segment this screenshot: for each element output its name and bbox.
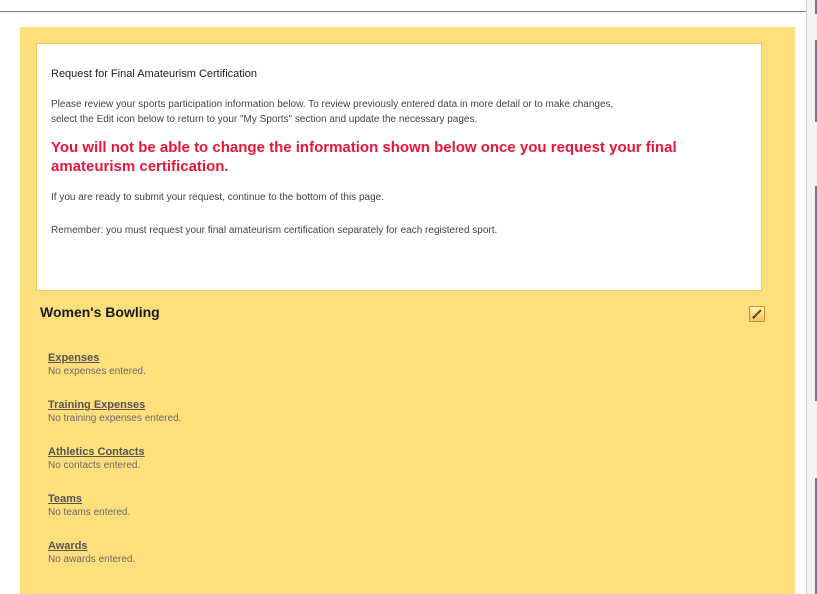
awards-status: No awards entered.: [48, 554, 136, 565]
notice-remember-text: Remember: you must request your final am…: [51, 225, 498, 236]
notice-title: Request for Final Amateurism Certificati…: [51, 68, 258, 80]
expenses-link[interactable]: Expenses: [48, 352, 448, 365]
teams-link[interactable]: Teams: [48, 493, 448, 506]
sport-name: Women's Bowling: [40, 304, 160, 320]
awards-link[interactable]: Awards: [48, 540, 448, 553]
pencil-icon: [752, 309, 762, 319]
athletics-contacts-status: No contacts entered.: [48, 460, 141, 471]
page: Request for Final Amateurism Certificati…: [0, 0, 817, 594]
section-training-expenses: Training Expenses No training expenses e…: [48, 399, 448, 425]
notice-box: Request for Final Amateurism Certificati…: [36, 43, 762, 291]
notice-review-line-1: Please review your sports participation …: [51, 99, 614, 110]
section-athletics-contacts: Athletics Contacts No contacts entered.: [48, 446, 448, 472]
top-divider: [0, 11, 806, 12]
notice-ready-text: If you are ready to submit your request,…: [51, 192, 384, 203]
sport-sections: Expenses No expenses entered. Training E…: [48, 352, 448, 587]
training-expenses-status: No training expenses entered.: [48, 413, 182, 424]
notice-warning: You will not be able to change the infor…: [51, 139, 677, 175]
notice-review-line-2: select the Edit icon below to return to …: [51, 114, 478, 125]
training-expenses-link[interactable]: Training Expenses: [48, 399, 448, 412]
certification-panel: Request for Final Amateurism Certificati…: [20, 27, 795, 594]
section-teams: Teams No teams entered.: [48, 493, 448, 519]
teams-status: No teams entered.: [48, 507, 131, 518]
right-edge-strip: [806, 0, 817, 594]
athletics-contacts-link[interactable]: Athletics Contacts: [48, 446, 448, 459]
expenses-status: No expenses entered.: [48, 366, 146, 377]
section-expenses: Expenses No expenses entered.: [48, 352, 448, 378]
section-awards: Awards No awards entered.: [48, 540, 448, 566]
edit-sport-button[interactable]: [749, 306, 765, 322]
